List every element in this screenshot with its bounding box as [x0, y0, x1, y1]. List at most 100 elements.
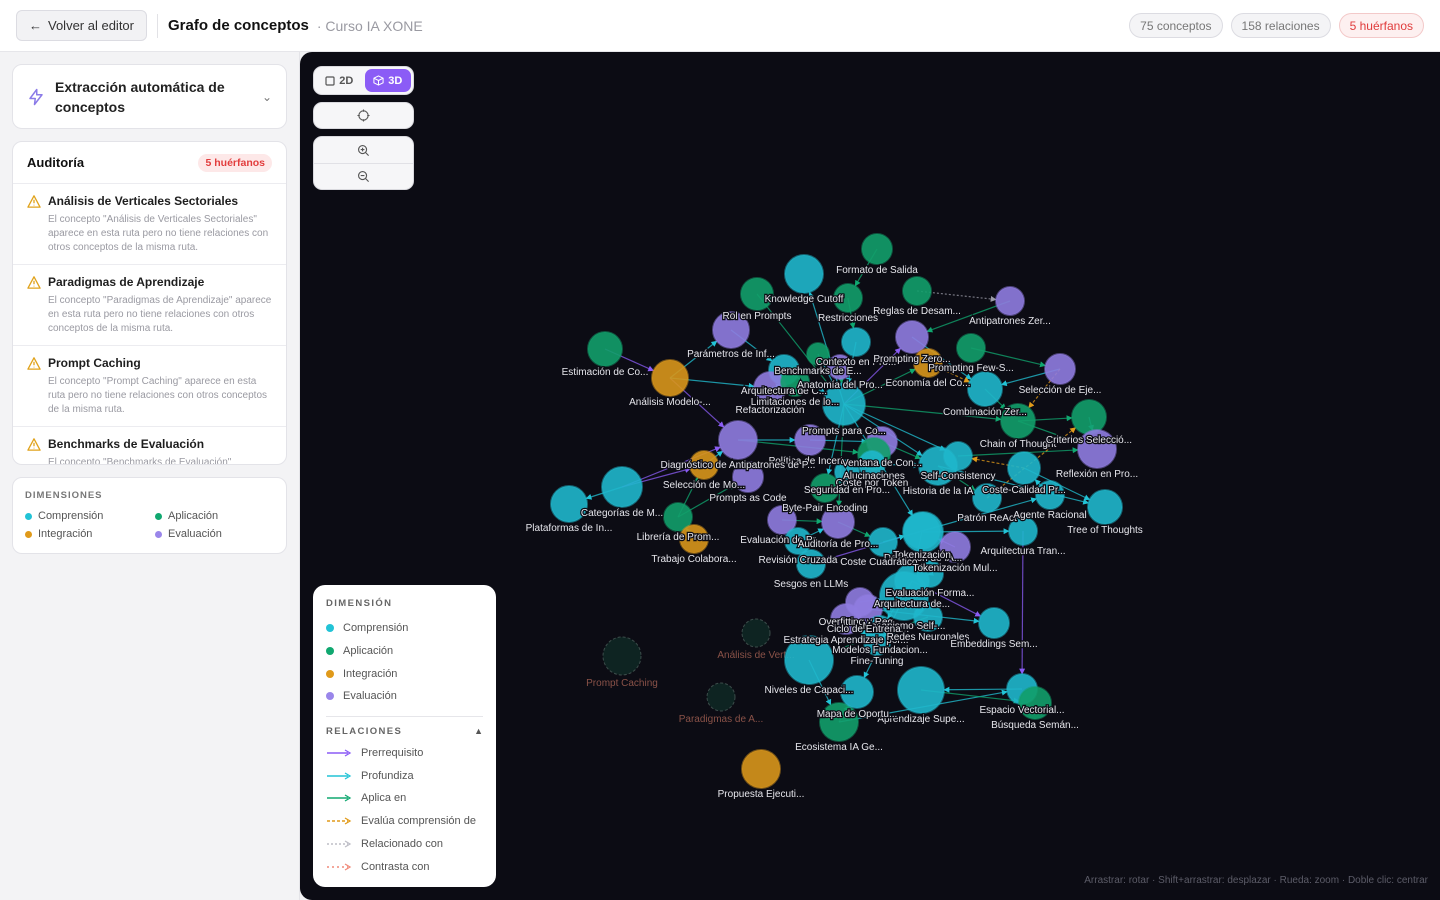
course-name: · Curso IA XONE	[316, 17, 423, 34]
legend-relation-label: Evalúa comprensión de	[361, 815, 476, 828]
orphan-node-label: Análisis de Vert...	[717, 650, 794, 661]
auto-extraction-panel[interactable]: Extracción automática de conceptos ⌄	[12, 64, 287, 129]
concept-node-label: Revisión Cruzada	[759, 555, 838, 566]
concept-node-label: Prompts as Code	[709, 493, 787, 504]
concept-node[interactable]	[841, 327, 871, 357]
top-bar: ← Volver al editor Grafo de conceptos · …	[0, 0, 1440, 52]
legend-dimension-item: Aplicación	[326, 640, 483, 663]
concept-node[interactable]	[601, 466, 643, 508]
legend-relation-label: Aplica en	[361, 792, 407, 805]
audit-item-description: El concepto "Paradigmas de Aprendizaje" …	[48, 295, 272, 334]
mode-2d-label: 2D	[339, 74, 354, 87]
concept-node-label: Anatomía del Pro...	[797, 380, 883, 391]
orphans-count-badge[interactable]: 5 huérfanos	[1338, 13, 1424, 38]
concept-node-label: Prompts para Co...	[802, 426, 886, 437]
page-title: Grafo de conceptos	[168, 17, 309, 34]
mode-3d-button[interactable]: 3D	[364, 69, 411, 92]
concept-node[interactable]	[902, 276, 932, 306]
dimensions-title: DIMENSIONES	[25, 490, 103, 501]
concept-node-label: Mapa de Oportu...	[817, 709, 898, 720]
orphan-node-circle	[741, 618, 771, 648]
dimension-color-dot	[155, 530, 162, 538]
orphan-node[interactable]: Prompt Caching	[586, 636, 658, 689]
zoom-out-icon	[358, 171, 370, 183]
concept-node-label: Selección de Mo...	[663, 480, 745, 491]
dimensions-panel: DIMENSIONES Comprensión Aplicación Integra…	[12, 477, 287, 554]
legend-dimension-item: Comprensión	[326, 617, 483, 640]
concept-node-label: Economía del Co...	[885, 378, 970, 389]
concept-node[interactable]	[587, 331, 623, 367]
dimension-color-dot	[25, 530, 32, 538]
concept-node[interactable]	[861, 233, 893, 265]
concepts-count-badge: 75 conceptos	[1129, 13, 1223, 38]
concept-node[interactable]	[897, 666, 945, 714]
zoom-in-button[interactable]	[314, 137, 413, 163]
concept-node-label: Combinación Zer...	[943, 407, 1027, 418]
audit-item[interactable]: Paradigmas de Aprendizaje El concepto "P…	[13, 265, 286, 346]
dimension-color-dot	[155, 512, 162, 520]
relation-arrow-icon	[327, 794, 352, 803]
recenter-button[interactable]	[313, 102, 414, 129]
chevron-down-icon[interactable]: ⌄	[262, 90, 272, 104]
back-to-editor-button[interactable]: ← Volver al editor	[16, 10, 147, 41]
concept-node-label: Byte-Pair Encoding	[782, 503, 868, 514]
legend-relation-label: Contrasta con	[361, 860, 430, 873]
orphan-node-circle	[602, 636, 642, 676]
legend-relations-title: RELACIONES	[326, 725, 403, 737]
concept-node[interactable]	[895, 320, 929, 354]
concept-node-label: Formato de Salida	[836, 265, 918, 276]
audit-header: Auditoría 5 huérfanos	[13, 142, 286, 184]
audit-item[interactable]: Prompt Caching El concepto "Prompt Cachi…	[13, 346, 286, 427]
orphan-node-circle	[706, 682, 736, 712]
concept-node-label: Modelos Fundacion...	[832, 645, 928, 656]
audit-item-header: Prompt Caching	[27, 356, 272, 370]
legend-relation-label: Prerrequisito	[361, 747, 424, 760]
concept-node[interactable]	[1071, 399, 1107, 435]
legend-relation-item: Relacionado con	[326, 833, 483, 856]
orphan-node[interactable]: Paradigmas de A...	[679, 682, 764, 725]
legend-relation-item: Evalúa comprensión de	[326, 810, 483, 833]
zoom-out-button[interactable]	[314, 163, 413, 189]
audit-title: Auditoría	[27, 155, 85, 170]
audit-item-name: Prompt Caching	[48, 356, 141, 370]
concept-node-label: Seguridad en Pro...	[804, 485, 890, 496]
concept-node[interactable]	[978, 607, 1010, 639]
divider	[157, 13, 158, 38]
concept-node[interactable]	[651, 359, 689, 397]
dimensions-list: Comprensión Aplicación Integración Evaluaci…	[25, 510, 274, 540]
concept-node[interactable]	[995, 286, 1025, 316]
concept-node[interactable]	[903, 512, 941, 550]
concept-node[interactable]	[718, 420, 758, 460]
view-mode-toggle[interactable]: 2D 3D	[313, 66, 414, 95]
legend-color-dot	[326, 692, 334, 701]
arrow-left-icon: ←	[29, 18, 42, 33]
concept-node[interactable]	[784, 254, 824, 294]
concept-node-label: Sesgos en LLMs	[774, 579, 849, 590]
concept-node[interactable]	[1044, 353, 1076, 385]
concept-node-label: Tree of Thoughts	[1067, 525, 1143, 536]
relation-arrow-icon	[327, 862, 352, 871]
audit-list[interactable]: Análisis de Verticales Sectoriales El co…	[13, 184, 286, 464]
stats-pills: 75 conceptos 158 relaciones 5 huérfanos	[1129, 13, 1424, 38]
concept-node[interactable]	[1007, 451, 1041, 485]
concept-node[interactable]	[956, 333, 986, 363]
relations-header[interactable]: RELACIONES ▲	[326, 726, 483, 737]
caret-up-icon[interactable]: ▲	[474, 726, 483, 736]
concept-node-label: Trabajo Colabora...	[651, 554, 736, 565]
concept-node[interactable]	[967, 371, 1003, 407]
concept-node[interactable]	[1087, 489, 1123, 525]
concept-node[interactable]	[741, 749, 781, 789]
legend-color-dot	[326, 669, 334, 678]
dimension-label: Comprensión	[38, 510, 104, 522]
audit-item[interactable]: Benchmarks de Evaluación El concepto "Be…	[13, 427, 286, 464]
dimension-item: Comprensión	[25, 510, 155, 522]
audit-item-header: Análisis de Verticales Sectoriales	[27, 194, 272, 208]
graph-canvas[interactable]: Prompt Caching Análisis de Vert... Paradig…	[300, 52, 1440, 900]
audit-item[interactable]: Análisis de Verticales Sectoriales El co…	[13, 184, 286, 265]
relation-arrow-icon	[327, 817, 352, 825]
legend-dimension-item: Evaluación	[326, 685, 483, 708]
mode-2d-button[interactable]: 2D	[316, 69, 363, 92]
concept-node-label: Antipatrones Zer...	[969, 316, 1051, 327]
concept-node-label: Patrón ReAct	[957, 513, 1017, 524]
controls-hint: Arrastrar: rotar · Shift+arrastrar: desp…	[1084, 875, 1428, 886]
